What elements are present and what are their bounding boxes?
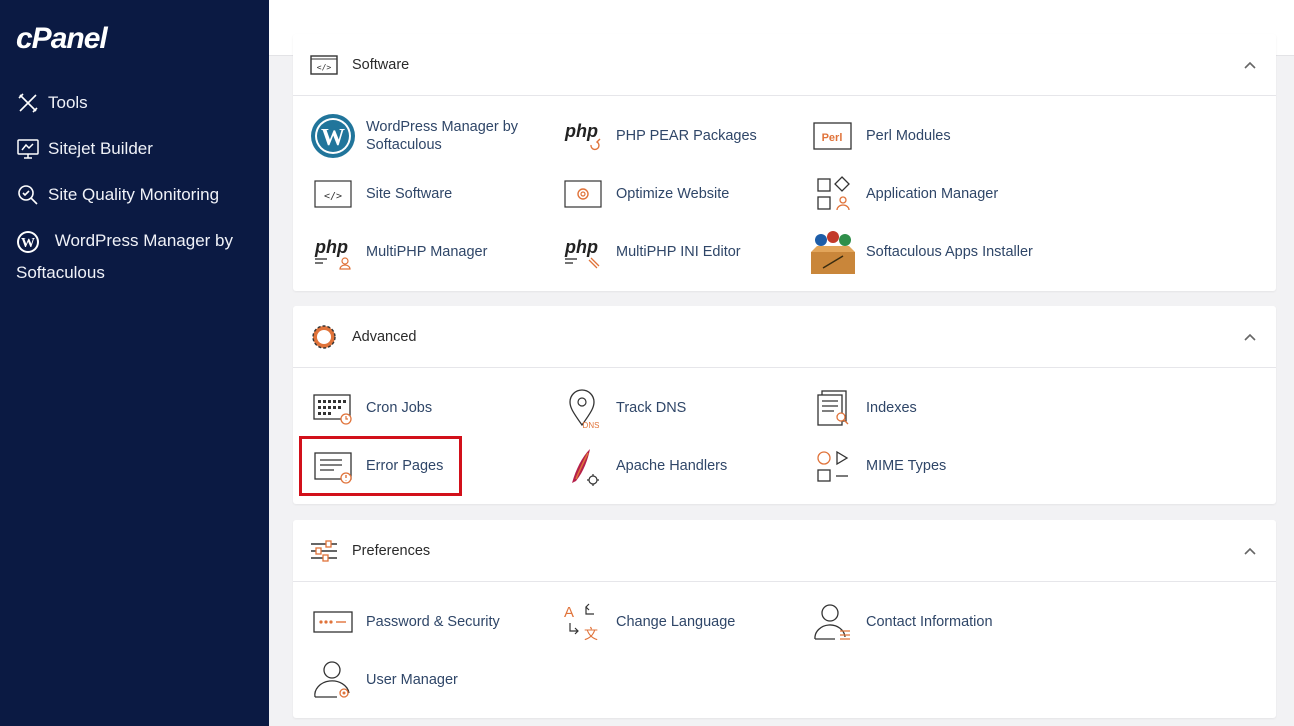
svg-text:php: php xyxy=(314,237,348,257)
optimize-website-link[interactable]: Optimize Website xyxy=(559,170,729,218)
sidebar-item-label: Site Quality Monitoring xyxy=(48,185,220,204)
cron-jobs-link[interactable]: Cron Jobs xyxy=(309,384,432,432)
item-label: Apache Handlers xyxy=(616,458,728,474)
item-label: Track DNS xyxy=(616,400,687,416)
item-label: Optimize Website xyxy=(616,186,730,202)
sidebar-item-label: Sitejet Builder xyxy=(48,139,153,158)
optimize-gear-icon xyxy=(559,170,607,218)
sidebar: cPanel Tools Sitejet Builder Site Qualit… xyxy=(0,0,269,726)
multiphp-ini-editor-link[interactable]: php MultiPHP INI Editor xyxy=(559,228,741,276)
chevron-up-icon[interactable] xyxy=(1242,329,1258,345)
softaculous-apps-installer-link[interactable]: Softaculous Apps Installer xyxy=(809,228,1033,276)
password-field-icon xyxy=(309,598,357,646)
user-manager-link[interactable]: User Manager xyxy=(309,656,458,704)
sidebar-item-site-quality[interactable]: Site Quality Monitoring xyxy=(16,183,219,207)
preferences-section-header[interactable]: Preferences xyxy=(293,520,1276,582)
magnifier-icon xyxy=(16,183,40,207)
section-title: Software xyxy=(352,56,410,73)
item-label: WordPress Manager by Softaculous xyxy=(366,119,519,153)
item-label: Softaculous Apps Installer xyxy=(866,244,1033,260)
item-label: Error Pages xyxy=(366,458,444,474)
shapes-icon xyxy=(809,442,857,490)
indexes-link[interactable]: Indexes xyxy=(809,384,917,432)
wordpress-icon: W xyxy=(16,230,42,254)
apache-handlers-link[interactable]: Apache Handlers xyxy=(559,442,727,490)
item-label: Cron Jobs xyxy=(366,400,433,416)
section-title: Preferences xyxy=(352,542,431,559)
svg-text:W: W xyxy=(21,236,35,251)
contact-information-link[interactable]: Contact Information xyxy=(809,598,993,646)
item-label: Contact Information xyxy=(866,614,993,630)
item-label: PHP PEAR Packages xyxy=(616,128,757,144)
tools-icon xyxy=(16,91,40,115)
item-label: MIME Types xyxy=(866,458,947,474)
multiphp-manager-link[interactable]: php MultiPHP Manager xyxy=(309,228,487,276)
php-icon: php xyxy=(309,228,357,276)
sidebar-item-sitejet[interactable]: Sitejet Builder xyxy=(16,137,153,161)
svg-text:Perl: Perl xyxy=(822,132,843,144)
advanced-section-header[interactable]: Advanced xyxy=(293,306,1276,368)
item-label: Change Language xyxy=(616,614,736,630)
cpanel-logo[interactable]: cPanel xyxy=(16,22,108,56)
chevron-up-icon[interactable] xyxy=(1242,57,1258,73)
code-window-icon: </> xyxy=(309,170,357,218)
error-document-icon xyxy=(309,442,357,490)
svg-text:DNS: DNS xyxy=(583,421,600,430)
svg-text:A: A xyxy=(564,604,574,621)
item-label: Password & Security xyxy=(366,614,500,630)
item-label: Application Manager xyxy=(866,186,999,202)
item-label: Perl Modules xyxy=(866,128,951,144)
software-section-header[interactable]: </> Software xyxy=(293,34,1276,96)
apache-feather-icon xyxy=(559,442,607,490)
php-icon: php xyxy=(559,228,607,276)
app-grid-icon xyxy=(809,170,857,218)
perl-icon: Perl xyxy=(809,112,857,160)
language-icon: A文 xyxy=(559,598,607,646)
track-dns-link[interactable]: DNS Track DNS xyxy=(559,384,686,432)
perl-modules-link[interactable]: Perl Perl Modules xyxy=(809,112,951,160)
monitor-icon xyxy=(16,137,40,161)
svg-text:</>: </> xyxy=(324,191,342,202)
change-language-link[interactable]: A文 Change Language xyxy=(559,598,735,646)
sidebar-item-wordpress[interactable]: W WordPress Manager by Softaculous xyxy=(16,225,236,289)
gear-icon xyxy=(309,322,339,352)
user-gear-icon xyxy=(309,656,357,704)
sliders-icon xyxy=(309,536,339,566)
svg-text:</>: </> xyxy=(317,63,332,72)
chevron-up-icon[interactable] xyxy=(1242,543,1258,559)
section-title: Advanced xyxy=(352,328,417,345)
contact-user-icon xyxy=(809,598,857,646)
calendar-clock-icon xyxy=(309,384,357,432)
svg-text:W: W xyxy=(321,125,345,151)
map-pin-dns-icon: DNS xyxy=(559,384,607,432)
error-pages-link[interactable]: Error Pages xyxy=(309,442,443,490)
softaculous-box-icon xyxy=(809,228,857,276)
mime-types-link[interactable]: MIME Types xyxy=(809,442,946,490)
php-pear-packages-link[interactable]: php PHP PEAR Packages xyxy=(559,112,757,160)
wordpress-icon: W xyxy=(309,112,357,160)
document-search-icon xyxy=(809,384,857,432)
svg-text:文: 文 xyxy=(584,627,598,643)
site-software-link[interactable]: </> Site Software xyxy=(309,170,452,218)
item-label: MultiPHP INI Editor xyxy=(616,244,741,260)
item-label: Site Software xyxy=(366,186,453,202)
php-icon: php xyxy=(559,112,607,160)
application-manager-link[interactable]: Application Manager xyxy=(809,170,998,218)
item-label: User Manager xyxy=(366,672,458,688)
svg-text:php: php xyxy=(564,121,598,141)
sidebar-item-tools[interactable]: Tools xyxy=(16,91,88,115)
svg-text:php: php xyxy=(564,237,598,257)
sidebar-item-label: Tools xyxy=(48,93,88,112)
sidebar-item-label: WordPress Manager by Softaculous xyxy=(16,231,233,282)
code-window-icon: </> xyxy=(309,50,339,80)
item-label: MultiPHP Manager xyxy=(366,244,488,260)
item-label: Indexes xyxy=(866,400,917,416)
password-security-link[interactable]: Password & Security xyxy=(309,598,500,646)
wordpress-manager-link[interactable]: W WordPress Manager by Softaculous xyxy=(309,112,518,160)
